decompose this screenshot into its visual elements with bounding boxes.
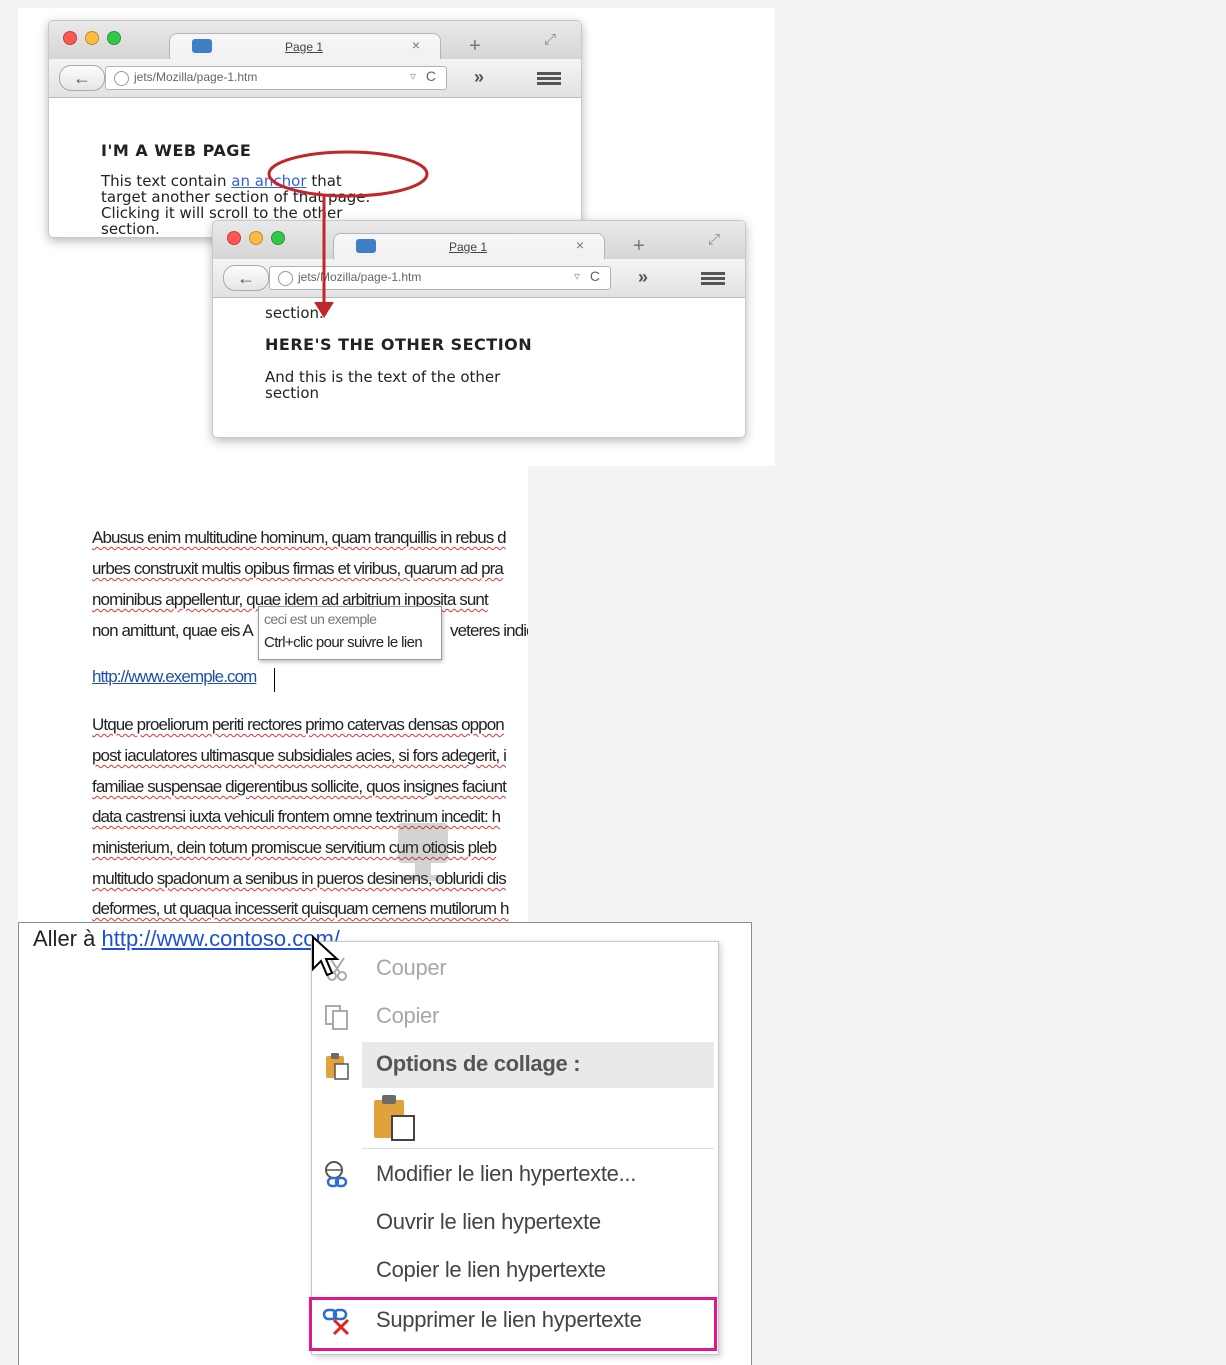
context-menu-panel: Aller à http://www.contoso.com/ Couper C… (18, 922, 752, 1365)
tooltip-instruction: Ctrl+clic pour suivre le lien (264, 634, 423, 651)
doc-line: Utque proeliorum periti rectores primo c… (92, 715, 505, 734)
goto-hyperlink[interactable]: http://www.contoso.com/ (101, 926, 339, 951)
paste-icon (326, 1053, 349, 1080)
word-document-panel: Abusus enim multitudine hominum, quam tr… (18, 466, 528, 922)
copy-icon (325, 1005, 348, 1030)
menu-item-edit-hyperlink[interactable]: Modifier le lien hypertexte... (312, 1152, 718, 1198)
menu-label: Copier le lien hypertexte (376, 1257, 606, 1282)
menu-label: Ouvrir le lien hypertexte (376, 1209, 601, 1234)
goto-line: Aller à http://www.contoso.com/ (33, 926, 340, 952)
text-caret (274, 668, 275, 692)
menu-label: Copier (376, 1003, 440, 1028)
browser-anchor-illustration: Page 1 × + ⤢ ← jets/Mozilla/page-1.htm ▿… (18, 8, 775, 466)
hyperlink-tooltip: ceci est un exemple Ctrl+clic pour suivr… (258, 606, 442, 660)
paste-options-header: Options de collage : (362, 1042, 714, 1088)
doc-line: post iaculatores ultimasque subsidiales … (92, 746, 507, 765)
edit-hyperlink-icon (325, 1161, 348, 1188)
menu-item-cut[interactable]: Couper (312, 946, 718, 992)
watermark-logo (398, 823, 448, 881)
doc-line: non amittunt, quae eis A (92, 621, 254, 640)
anchor-arrow-annotation (267, 150, 429, 318)
doc-line: veteres indid (450, 621, 528, 640)
menu-label: Modifier le lien hypertexte... (376, 1161, 637, 1186)
context-menu: Couper Copier Options de collage : Modif… (309, 941, 719, 1355)
paste-keep-text-button[interactable] (372, 1094, 418, 1142)
tooltip-screentip: ceci est un exemple (264, 611, 377, 627)
menu-separator (362, 1148, 714, 1149)
mouse-cursor-icon (312, 935, 340, 977)
highlight-box (309, 1297, 717, 1351)
document-hyperlink[interactable]: http://www.exemple.com (92, 667, 257, 687)
doc-line: urbes construxit multis opibus firmas et… (92, 559, 504, 578)
menu-item-copy[interactable]: Copier (312, 994, 718, 1040)
menu-item-copy-hyperlink[interactable]: Copier le lien hypertexte (312, 1248, 718, 1294)
goto-label: Aller à (33, 926, 96, 951)
doc-line: familiae suspensae digerentibus sollicit… (92, 777, 507, 796)
menu-label: Couper (376, 955, 447, 980)
menu-label: Options de collage : (376, 1051, 581, 1076)
doc-line: deformes, ut quaqua incesserit quisquam … (92, 899, 509, 918)
menu-item-open-hyperlink[interactable]: Ouvrir le lien hypertexte (312, 1200, 718, 1246)
doc-line: Abusus enim multitudine hominum, quam tr… (92, 528, 507, 547)
